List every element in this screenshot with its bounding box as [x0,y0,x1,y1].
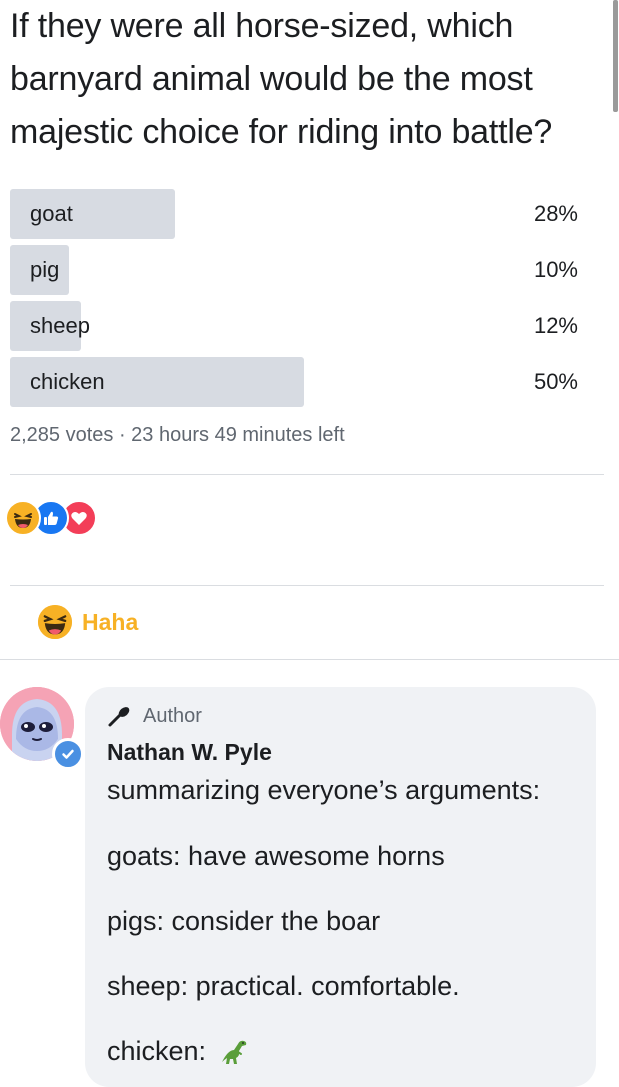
reaction-summary[interactable] [5,500,115,536]
poll-option-percent: 50% [533,369,578,394]
poll-meta: 2,285 votes · 23 hours 49 minutes left [10,424,345,446]
haha-reaction-button[interactable]: Haha [38,604,138,640]
microphone-icon [108,706,130,726]
poll-option-chicken[interactable]: chicken 50% [10,357,590,407]
poll-option-percent: 28% [533,201,578,226]
comment-bubble: Author Nathan W. Pyle summarizing everyo… [85,687,596,1087]
poll-option-percent: 12% [533,313,578,338]
comment-text-line: summarizing everyone’s arguments: [107,775,541,805]
poll-option-label: chicken [30,369,105,394]
author-badge-label: Author [143,705,202,727]
comment-text-line: sheep: practical. comfortable. [107,971,460,1001]
divider [10,474,604,475]
poll-options: goat 28% pig 10% sheep 12% chicken 50% [10,189,590,413]
comment-author-name[interactable]: Nathan W. Pyle [107,739,272,766]
poll-question: If they were all horse-sized, which barn… [10,7,553,151]
comment-text-line: goats: have awesome horns [107,841,445,871]
author-badge: Author [107,705,202,728]
dinosaur-icon [221,1040,246,1064]
poll-option-label: goat [30,201,73,226]
poll-option-label: pig [30,257,60,282]
poll-option-percent: 10% [533,257,578,282]
poll-option-pig[interactable]: pig 10% [10,245,590,295]
divider [10,585,604,586]
comment-text-line: chicken: [107,1036,250,1067]
poll-option-label: sheep [30,313,90,338]
haha-icon [38,605,72,639]
comment-text-line: pigs: consider the boar [107,906,381,936]
poll-option-goat[interactable]: goat 28% [10,189,590,239]
scroll-indicator[interactable] [613,0,618,112]
haha-icon [5,500,41,536]
divider [0,659,619,660]
haha-label: Haha [82,608,139,635]
poll-option-sheep[interactable]: sheep 12% [10,301,590,351]
verified-badge-icon [52,738,84,770]
comment-chicken-label: chicken: [107,1036,207,1066]
